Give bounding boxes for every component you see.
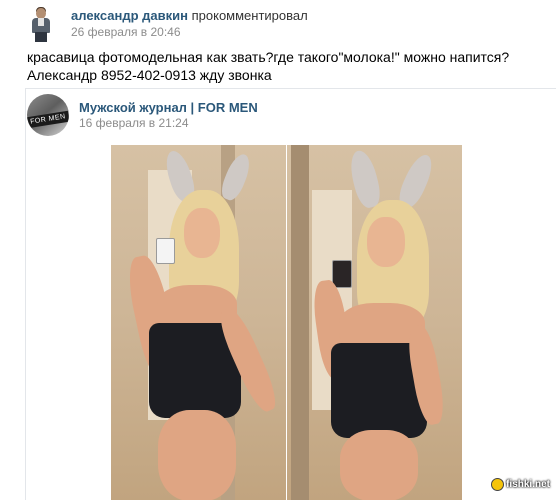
photo-right[interactable] [287,145,462,500]
photo-grid [111,145,463,500]
group-avatar[interactable]: FOR MEN [27,94,69,136]
photo-left[interactable] [111,145,286,500]
commenter-line: александр давкин прокомментировал [71,8,308,24]
avatar-shirt [38,18,44,26]
commenter-name-link[interactable]: александр давкин [71,8,188,23]
watermark-text: fishki.net [506,479,550,490]
commenter-action: прокомментировал [191,8,308,23]
photo-face [367,217,405,267]
photo-phone [156,238,175,264]
watermark-logo-icon [491,478,505,491]
photo-legs [340,430,418,500]
avatar-legs [35,32,47,42]
watermark: fishki.net [491,478,550,491]
group-avatar-text: FOR MEN [29,113,67,126]
photo-mirror-frame [291,145,309,500]
comment-text: красавица фотомодельная как звать?где та… [27,49,510,83]
photo-legs [158,410,236,500]
group-avatar-band: FOR MEN [27,110,69,129]
comment-date[interactable]: 26 февраля в 20:46 [71,25,308,40]
comment-header: александр давкин прокомментировал 26 фев… [27,6,308,42]
photo-phone [332,260,352,288]
photo-face [184,208,220,258]
commenter-meta: александр давкин прокомментировал 26 фев… [71,8,308,40]
commenter-avatar[interactable] [27,6,53,42]
post-date-link[interactable]: 16 февраля в 21:24 [79,116,189,130]
quoted-post: FOR MEN Мужской журнал | FOR MEN 16 февр… [25,88,556,500]
group-name-link[interactable]: Мужской журнал | FOR MEN [79,100,258,115]
